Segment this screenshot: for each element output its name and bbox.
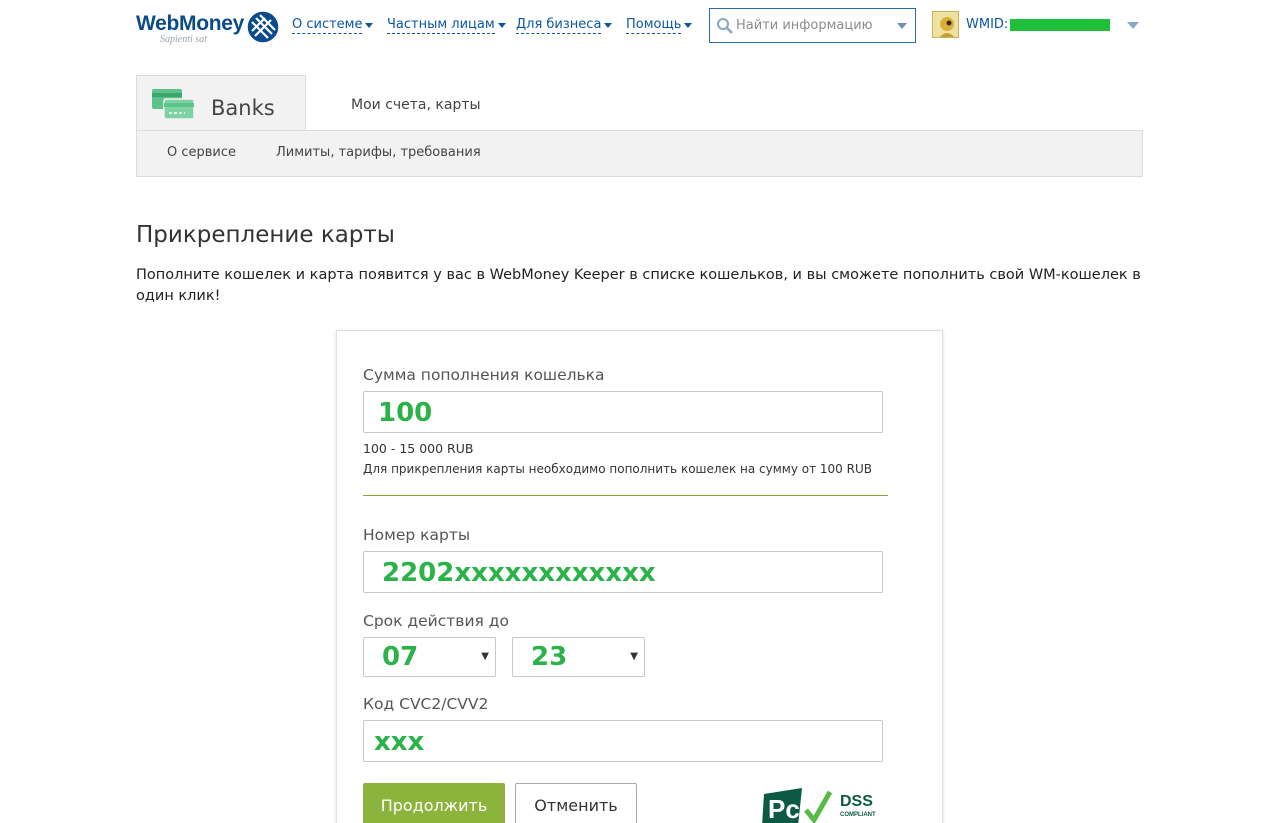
expiry-year-select[interactable]: 23 ▼ [512, 637, 645, 677]
nav-about[interactable]: О системе [292, 17, 374, 34]
chevron-down-icon[interactable] [897, 23, 907, 29]
wmid-value: --- ---- ------ [1010, 19, 1111, 31]
nav-individuals-label: Частным лицам [387, 17, 495, 34]
subnav-limits[interactable]: Лимиты, тарифы, требования [276, 145, 481, 160]
amount-hint: Для прикрепления карты необходимо пополн… [363, 462, 872, 476]
dropdown-arrow-icon: ▼ [630, 651, 638, 662]
subnav-about[interactable]: О сервисе [167, 145, 236, 160]
avatar[interactable] [932, 11, 959, 38]
chevron-down-icon [365, 23, 374, 28]
svg-text:Pci: Pci [768, 794, 807, 823]
amount-range: 100 - 15 000 RUB [363, 441, 474, 456]
nav-business-label: Для бизнеса [516, 17, 602, 34]
chevron-down-icon [604, 23, 613, 28]
chevron-down-icon [684, 23, 693, 28]
subnav: О сервисе Лимиты, тарифы, требования [136, 130, 1143, 177]
chevron-down-icon [497, 23, 506, 28]
tab-my-accounts[interactable]: Мои счета, карты [351, 97, 481, 113]
card-number-input[interactable]: 2202xxxxxxxxxxxx [363, 551, 883, 593]
pci-dss-text: DSS [840, 793, 873, 810]
intro-text: Пополните кошелек и карта появится у вас… [136, 267, 1141, 304]
header: WebMoney Sapienti sat О системе Частным … [0, 0, 1281, 52]
webmoney-logo[interactable]: WebMoney Sapienti sat [136, 10, 284, 45]
divider [363, 495, 888, 496]
amount-label: Сумма пополнения кошелька [363, 366, 605, 384]
dropdown-arrow-icon: ▼ [481, 651, 489, 662]
nav-individuals[interactable]: Частным лицам [387, 17, 506, 34]
cancel-button[interactable]: Отменить [515, 783, 637, 823]
amount-input[interactable]: 100 [363, 391, 883, 433]
search-icon[interactable] [716, 17, 734, 35]
nav-business[interactable]: Для бизнеса [516, 17, 613, 34]
amount-value: 100 [378, 398, 433, 428]
cvc-label: Код CVC2/CVV2 [363, 695, 489, 713]
search-box [709, 8, 916, 43]
wmid[interactable]: WMID: --- ---- ------ [966, 17, 1111, 33]
webmoney-globe-icon [246, 10, 280, 44]
logo-tagline: Sapienti sat [160, 34, 207, 45]
service-tab-banks[interactable]: Banks [136, 75, 306, 131]
expiry-label: Срок действия до [363, 612, 509, 630]
expiry-month-value: 07 [382, 642, 419, 672]
cvc-input[interactable]: xxx [363, 720, 883, 762]
wmid-label: WMID: [966, 17, 1009, 32]
page-title: Прикрепление карты [136, 222, 395, 248]
banks-cards-icon [152, 89, 195, 120]
nav-about-label: О системе [292, 17, 363, 34]
continue-button[interactable]: Продолжить [363, 783, 505, 823]
cvc-value: xxx [374, 727, 425, 757]
avatar-image [933, 12, 958, 37]
service-title: Banks [211, 96, 275, 120]
card-form: Сумма пополнения кошелька 100 100 - 15 0… [336, 330, 943, 823]
logo-text: WebMoney [136, 12, 245, 35]
nav-help[interactable]: Помощь [626, 17, 693, 34]
expiry-year-value: 23 [531, 642, 568, 672]
pci-compliant-text: COMPLIANT [840, 812, 876, 818]
expiry-month-select[interactable]: 07 ▼ [363, 637, 496, 677]
search-input[interactable] [736, 10, 886, 41]
card-number-value: 2202xxxxxxxxxxxx [382, 558, 656, 588]
card-number-label: Номер карты [363, 526, 471, 544]
nav-help-label: Помощь [626, 17, 682, 34]
chevron-down-icon[interactable] [1127, 22, 1139, 29]
pci-dss-logo: Pci DSS COMPLIANT [762, 788, 876, 823]
